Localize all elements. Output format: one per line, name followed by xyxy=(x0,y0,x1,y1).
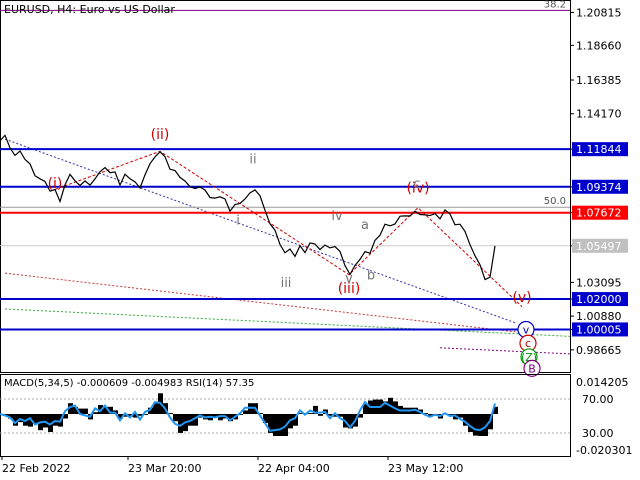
macd-bar xyxy=(278,414,283,436)
time-label: 23 May 12:00 xyxy=(388,462,463,475)
time-axis: 22 Feb 2022 23 Mar 20:00 22 Apr 04:00 23 Ma… xyxy=(1,456,463,475)
time-label: 22 Apr 04:00 xyxy=(258,462,330,475)
macd-header: MACD(5,34,5) -0.000609 -0.004983 RSI(14)… xyxy=(4,378,255,389)
wave-label: ii xyxy=(249,153,256,168)
wave-circle-label: B xyxy=(528,362,536,375)
channel-line-red xyxy=(4,272,529,334)
fib-label: 38.2 xyxy=(544,0,566,10)
wave-label: (v) xyxy=(512,290,531,306)
rsi-70-label: 70.00 xyxy=(582,393,614,406)
macd-bar xyxy=(93,412,98,414)
wave-label: a xyxy=(361,218,369,233)
macd-bar xyxy=(273,414,278,436)
macd-axis-top: 0.014205 xyxy=(576,376,629,389)
wave-label: b xyxy=(367,268,375,283)
wave-label: c xyxy=(413,177,420,192)
fib-label: 50.0 xyxy=(544,196,566,207)
wave-circle-label: c xyxy=(525,337,531,350)
description-label: Euro vs US Dollar xyxy=(79,3,175,16)
wave-label: i xyxy=(236,213,240,228)
macd-bar xyxy=(53,414,58,426)
timeframe-label: H4: xyxy=(57,3,77,16)
wave-circle-label: v xyxy=(523,324,530,337)
wave-label: (ii) xyxy=(151,127,170,143)
price-label: 1.02000 xyxy=(576,293,622,306)
time-label: 23 Mar 20:00 xyxy=(128,462,201,475)
price-axis: 1.20815 1.18660 1.16385 1.14170 1.11844 1.093… xyxy=(570,7,628,357)
price-axis-label: 1.18660 xyxy=(576,39,622,52)
chart-canvas: 38.250.0 (i)(ii)(iii)(iv)(v)iiiiiiivabvc… xyxy=(0,0,632,475)
rsi-line xyxy=(0,400,496,432)
macd-bar xyxy=(243,410,248,414)
price-axis-label: 0.98665 xyxy=(576,344,622,357)
price-axis-label: 1.00880 xyxy=(576,310,622,323)
macd-bar xyxy=(473,414,478,436)
price-label: 1.11844 xyxy=(576,143,622,156)
price-label: 1.00005 xyxy=(576,323,622,336)
channel-lines xyxy=(4,138,571,355)
channel-line-blue xyxy=(4,138,516,324)
macd-bar xyxy=(478,414,483,436)
price-label: 1.09374 xyxy=(576,181,622,194)
chart-header: EURUSD, H4: Euro vs US Dollar xyxy=(4,3,175,16)
macd-bar xyxy=(468,414,473,432)
channel-line-green xyxy=(4,308,571,337)
price-axis-label: 1.20815 xyxy=(576,7,622,20)
macd-bar xyxy=(308,413,313,414)
wave-label: iii xyxy=(281,276,292,291)
price-axis-label: 1.03095 xyxy=(576,276,622,289)
macd-bar xyxy=(318,414,323,416)
wave-label: v xyxy=(345,271,353,286)
rsi-30-label: 30.00 xyxy=(582,427,614,440)
price-axis-label: 1.16385 xyxy=(576,74,622,87)
macd-bar xyxy=(43,414,48,428)
symbol-label: EURUSD xyxy=(4,3,51,16)
channel-line-purple xyxy=(439,347,571,355)
wave-label: iv xyxy=(331,209,343,224)
macd-bar xyxy=(83,408,88,414)
current-price-label: 1.05497 xyxy=(576,240,622,253)
price-axis-label: 1.14170 xyxy=(576,108,622,121)
time-label: 22 Feb 2022 xyxy=(2,462,70,475)
wave-label: (i) xyxy=(48,176,63,192)
macd-bar xyxy=(173,414,178,422)
macd-axis-bottom: -0.020301 xyxy=(576,444,632,457)
price-label: 1.07672 xyxy=(576,207,622,220)
wave-labels: (i)(ii)(iii)(iv)(v)iiiiiiivabvcvc(Z)B xyxy=(48,127,541,377)
